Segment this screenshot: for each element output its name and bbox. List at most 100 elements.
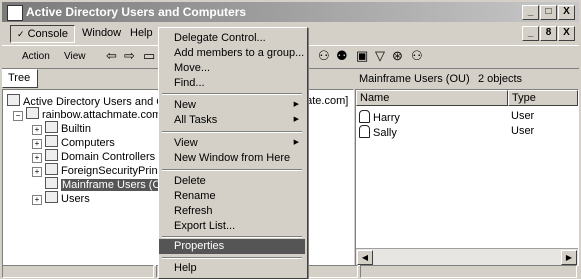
forward-icon[interactable]: ⇨ [124,49,135,63]
menu-console[interactable]: ✓ Console [10,25,75,43]
expand-icon[interactable]: + [32,153,42,163]
submenu-arrow-icon: ▶ [293,139,299,146]
folder-icon [45,135,58,147]
user-type: User [511,110,535,122]
menu-item-all-tasks[interactable]: All Tasks ▶ [159,113,305,128]
list-item[interactable]: Sally [359,125,397,139]
app-icon [7,5,23,21]
user-icon [359,125,370,138]
column-header-label: Name [360,92,390,104]
tree-item-label: Mainframe Users (OU) [61,179,174,191]
menu-separator [162,93,302,95]
domain-icon [26,107,39,119]
menu-help[interactable]: Help [130,27,153,39]
status-segment [360,265,577,278]
tree-domain-label: rainbow.attachmate.com [42,109,162,121]
menu-item-add-members[interactable]: Add members to a group... [159,46,305,61]
menu-console-label: Console [27,28,68,40]
filter-icon[interactable]: ▽ [375,49,385,63]
menu-item-export-list[interactable]: Export List... [159,219,305,234]
minimize-button[interactable]: _ [522,5,539,20]
collapse-icon[interactable]: − [13,111,23,121]
expand-icon[interactable]: + [32,167,42,177]
tab-tree[interactable]: Tree [2,69,38,88]
menu-item-label: All Tasks [174,114,218,126]
menu-item-new-window[interactable]: New Window from Here [159,151,305,166]
mdi-minimize-button[interactable]: _ [522,26,539,41]
menu-item-label: Rename [174,190,216,202]
expand-icon[interactable]: + [32,139,42,149]
mdi-restore-button[interactable]: 8 [540,26,557,41]
new-ou-icon[interactable]: ▣ [356,49,368,63]
user-icon [359,110,370,123]
tree-item-mainframe-users[interactable]: Mainframe Users (OU) [32,177,174,191]
list-item[interactable]: Harry [359,110,400,124]
column-header-name[interactable]: Name [356,90,508,106]
menu-item-label: Properties [174,240,225,252]
menu-item-label: View [174,137,198,149]
object-count: 2 objects [478,73,523,85]
tree-root[interactable]: Active Directory Users and Com [7,94,180,108]
add-to-group-icon[interactable]: ⚇ [411,49,423,63]
new-user-icon[interactable]: ⚇ [318,49,330,63]
menu-item-help[interactable]: Help [159,261,305,276]
column-header-label: Type [512,92,536,104]
folder-icon [45,121,58,133]
tree-item-label: Computers [61,137,115,149]
menu-window[interactable]: Window [82,27,121,39]
menu-item-label: Delete [174,175,206,187]
view-menu[interactable]: View [64,51,86,62]
scroll-right-icon[interactable]: ▶ [561,250,577,265]
menu-item-rename[interactable]: Rename [159,189,305,204]
column-header-type[interactable]: Type [508,90,578,106]
menu-item-delete[interactable]: Delete [159,174,305,189]
menu-item-label: Add members to a group... [174,47,305,59]
scroll-left-icon[interactable]: ◀ [357,250,373,265]
menu-item-delegate-control[interactable]: Delegate Control... [159,31,305,46]
console-icon: ✓ [17,29,25,39]
tab-tree-label: Tree [8,72,31,84]
tree-item-label: Users [61,193,90,205]
menu-item-properties[interactable]: Properties [159,239,305,254]
back-icon[interactable]: ⇦ [106,49,117,63]
new-group-icon[interactable]: ⚉ [336,49,348,63]
tree-item-domain-controllers[interactable]: + Domain Controllers [32,149,155,163]
horizontal-scrollbar[interactable]: ◀ ▶ [356,248,578,265]
tree-item-computers[interactable]: + Computers [32,135,115,149]
menu-item-label: Help [174,262,197,274]
title-bar[interactable]: Active Directory Users and Computers _ □ X [2,2,579,22]
tree-item-label: Builtin [61,123,91,135]
console-root-icon [7,94,20,106]
ou-icon [45,149,58,161]
menu-item-label: Refresh [174,205,213,217]
find-icon[interactable]: ⊛ [392,49,403,63]
folder-icon [45,191,58,203]
user-type: User [511,125,535,137]
submenu-arrow-icon: ▶ [293,116,299,123]
close-button[interactable]: X [558,5,575,20]
expand-icon[interactable]: + [32,125,42,135]
menu-separator [162,236,302,238]
details-pane[interactable]: Name Type Harry User Sally User ◀ ▶ [355,89,579,266]
status-segment [2,265,154,278]
menu-item-view[interactable]: View ▶ [159,136,305,151]
mmc-window: Active Directory Users and Computers _ □ X… [0,0,581,279]
menu-item-refresh[interactable]: Refresh [159,204,305,219]
menu-separator [162,131,302,133]
menu-item-new[interactable]: New ▶ [159,98,305,113]
menu-item-move[interactable]: Move... [159,61,305,76]
tree-item-users[interactable]: + Users [32,191,90,205]
details-header: Mainframe Users (OU) 2 objects [356,70,577,87]
up-icon[interactable]: ▭ [143,49,155,63]
maximize-button[interactable]: □ [540,5,557,20]
menu-item-label: Export List... [174,220,236,232]
expand-icon[interactable]: + [32,195,42,205]
action-menu[interactable]: Action [22,51,50,62]
tree-item-builtin[interactable]: + Builtin [32,121,91,135]
details-title: Mainframe Users (OU) [359,73,470,85]
menu-item-label: New [174,99,197,111]
menu-item-label: Move... [174,62,211,74]
mdi-close-button[interactable]: X [558,26,575,41]
tree-domain[interactable]: − rainbow.attachmate.com [13,107,161,121]
menu-item-find[interactable]: Find... [159,76,305,91]
